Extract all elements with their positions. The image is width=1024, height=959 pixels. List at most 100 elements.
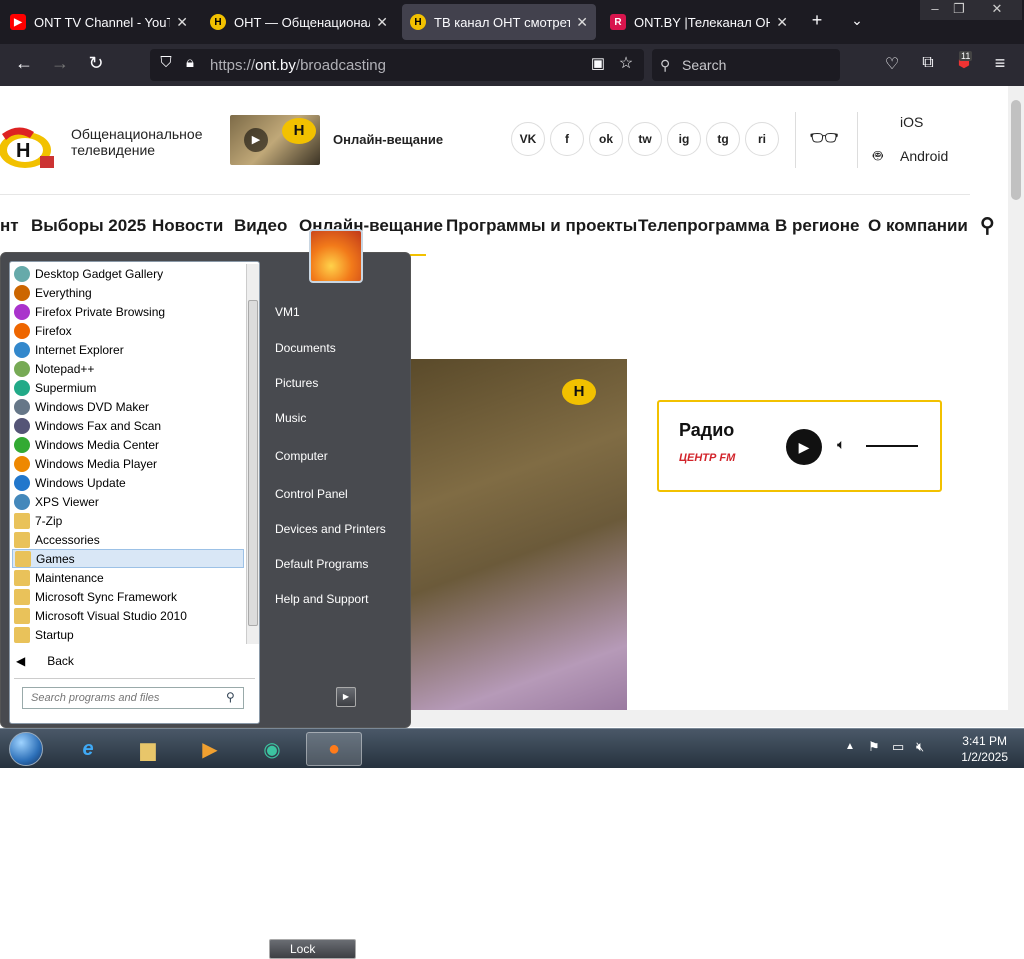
start-control-panel[interactable]: Control Panel [275, 487, 348, 501]
program-item[interactable]: 7-Zip [12, 511, 244, 530]
program-item[interactable]: XPS Viewer [12, 492, 244, 511]
program-item[interactable]: Accessories [12, 530, 244, 549]
program-item[interactable]: Firefox [12, 321, 244, 340]
program-item[interactable]: Windows DVD Maker [12, 397, 244, 416]
vk-icon[interactable]: VK [511, 122, 545, 156]
scroll-thumb[interactable] [248, 300, 258, 626]
new-tab-icon[interactable]: + [805, 10, 829, 31]
menu-icon[interactable]: ≡ [988, 53, 1012, 74]
facebook-icon[interactable]: f [550, 122, 584, 156]
menu-item-company[interactable]: О компании [868, 216, 968, 236]
program-item[interactable]: Supermium [12, 378, 244, 397]
start-computer[interactable]: Computer [275, 449, 328, 463]
menu-item-news[interactable]: Новости [152, 216, 223, 236]
telegram-icon[interactable]: tg [706, 122, 740, 156]
program-item[interactable]: Desktop Gadget Gallery [12, 264, 244, 283]
page-horizontal-scrollbar[interactable] [410, 710, 1024, 727]
program-item[interactable]: Notepad++ [12, 359, 244, 378]
live-link[interactable]: Онлайн-вещание [333, 132, 443, 147]
programs-scrollbar[interactable] [246, 264, 259, 644]
program-item[interactable]: Microsoft Visual Studio 2010 [12, 606, 244, 625]
lock-button[interactable]: Lock [269, 939, 356, 959]
menu-item-region[interactable]: В регионе [775, 216, 859, 236]
volume-muted-icon[interactable]: 🔇︎ [916, 739, 924, 755]
reader-view-icon[interactable]: ▣ [588, 54, 608, 72]
odnoklassniki-icon[interactable]: ok [589, 122, 623, 156]
close-tab-icon[interactable]: ✕ [376, 14, 388, 31]
program-item[interactable]: Maintenance [12, 568, 244, 587]
android-icon[interactable]: 🤖︎ [873, 146, 883, 168]
media-player-icon[interactable]: ▶ [190, 732, 230, 766]
start-pictures[interactable]: Pictures [275, 376, 318, 390]
site-search-icon[interactable]: ⚲ [980, 213, 995, 238]
accessibility-glasses-icon[interactable]: 👓︎ [809, 124, 839, 153]
start-devices-printers[interactable]: Devices and Printers [275, 522, 386, 536]
start-user-vm1[interactable]: VM1 [275, 305, 300, 319]
menu-item-programs[interactable]: Программы и проекты [446, 216, 637, 236]
program-item[interactable]: Games [12, 549, 244, 568]
shield-icon[interactable]: ⛉ [156, 54, 176, 71]
close-window-icon[interactable]: ✕ [972, 0, 1022, 20]
close-tab-icon[interactable]: ✕ [176, 14, 188, 31]
url-bar[interactable]: ⛉ 🔒︎ https://ont.by/broadcasting ▣ ☆ [150, 49, 644, 81]
instagram-icon[interactable]: ig [667, 122, 701, 156]
reload-icon[interactable]: ↻ [84, 53, 108, 74]
tab-ontby[interactable]: R ONT.BY |Телеканал ОНТ в ✕ [602, 4, 796, 40]
rutube-icon[interactable]: ri [745, 122, 779, 156]
tab-ont-main[interactable]: H ОНТ — Общенациональное ✕ [202, 4, 396, 40]
program-item[interactable]: Windows Fax and Scan [12, 416, 244, 435]
program-item[interactable]: Firefox Private Browsing [12, 302, 244, 321]
user-avatar[interactable] [309, 229, 363, 283]
network-icon[interactable]: ▭ [892, 739, 904, 755]
android-link[interactable]: Android [900, 148, 948, 164]
program-item[interactable]: Internet Explorer [12, 340, 244, 359]
tab-ont-youtube[interactable]: ▶ ONT TV Channel - YouTube ✕ [2, 4, 196, 40]
start-default-programs[interactable]: Default Programs [275, 557, 368, 571]
search-box[interactable]: ⚲ Search [652, 49, 840, 81]
menu-item-video[interactable]: Видео [234, 216, 287, 236]
program-item[interactable]: Microsoft Sync Framework [12, 587, 244, 606]
ios-link[interactable]: iOS [900, 114, 923, 130]
back-icon[interactable]: ← [12, 53, 36, 74]
radio-play-button[interactable]: ▶ [786, 429, 822, 465]
scroll-thumb[interactable] [1011, 100, 1021, 200]
live-thumbnail[interactable]: ▶ H [230, 115, 320, 165]
tab-ont-broadcasting[interactable]: H ТВ канал ОНТ смотреть | ОНТ ✕ [402, 4, 596, 40]
show-hidden-icons-icon[interactable]: ▲ [845, 741, 855, 752]
extensions-icon[interactable]: ⧉ [916, 54, 940, 72]
close-tab-icon[interactable]: ✕ [776, 14, 788, 31]
start-search-input[interactable] [22, 687, 244, 709]
explorer-folder-icon[interactable]: ▆ [128, 732, 168, 766]
supermium-icon[interactable]: ◉ [252, 732, 292, 766]
start-music[interactable]: Music [275, 411, 306, 425]
live-video-player[interactable]: H [410, 359, 627, 710]
program-item[interactable]: Startup [12, 625, 244, 644]
internet-explorer-icon[interactable]: e [68, 732, 108, 766]
page-vertical-scrollbar[interactable] [1008, 86, 1024, 710]
action-center-flag-icon[interactable]: ⚑ [868, 739, 880, 755]
menu-item-elections[interactable]: Выборы 2025 [31, 216, 146, 236]
forward-icon[interactable]: → [48, 53, 72, 74]
firefox-taskbar-icon[interactable]: ● [306, 732, 362, 766]
pocket-icon[interactable]: ♡ [880, 54, 904, 74]
volume-slider[interactable] [866, 445, 918, 447]
program-item[interactable]: Windows Media Center [12, 435, 244, 454]
close-tab-icon[interactable]: ✕ [576, 14, 588, 31]
lock-icon[interactable]: 🔒︎ [180, 54, 200, 71]
ont-logo[interactable]: H [0, 124, 58, 170]
program-item[interactable]: Everything [12, 283, 244, 302]
menu-item-schedule[interactable]: Телепрограмма [638, 216, 769, 236]
bookmark-star-icon[interactable]: ☆ [616, 53, 636, 73]
maximize-icon[interactable]: ❐ [944, 0, 974, 20]
shutdown-options-arrow-icon[interactable]: ▶ [336, 687, 356, 707]
start-help-support[interactable]: Help and Support [275, 592, 368, 606]
twitter-icon[interactable]: tw [628, 122, 662, 156]
program-item[interactable]: Windows Update [12, 473, 244, 492]
start-orb-icon[interactable] [4, 732, 48, 766]
menu-item-ont[interactable]: нт [0, 216, 19, 236]
system-clock[interactable]: 3:41 PM 1/2/2025 [961, 733, 1008, 765]
program-item[interactable]: Windows Media Player [12, 454, 244, 473]
start-documents[interactable]: Documents [275, 341, 336, 355]
list-tabs-icon[interactable]: ⌄ [845, 12, 869, 29]
volume-icon[interactable]: 🔈︎ [837, 436, 845, 453]
